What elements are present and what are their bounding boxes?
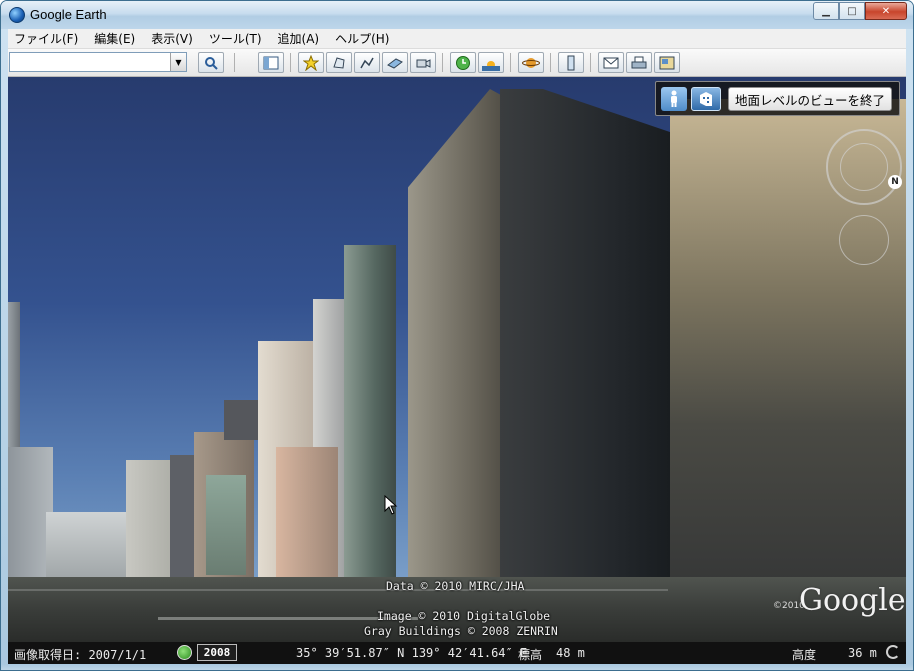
add-image-overlay-button[interactable] [382, 52, 408, 73]
sunlight-icon [482, 60, 500, 71]
ruler-icon [567, 55, 575, 70]
road-marking [8, 589, 668, 591]
ruler-button[interactable] [558, 52, 584, 73]
title-bar[interactable]: Google Earth ▁ □ ✕ [1, 1, 913, 29]
maximize-button[interactable]: □ [839, 2, 865, 20]
menu-tools[interactable]: ツール(T) [209, 30, 262, 47]
search-history-dropdown[interactable]: ▼ [170, 53, 186, 71]
image-credit: Image © 2010 DigitalGlobe [377, 609, 551, 623]
sunlight-button[interactable] [478, 52, 504, 73]
buildings-credit: Gray Buildings © 2008 ZENRIN [364, 624, 558, 638]
record-tour-icon [416, 58, 431, 68]
email-icon [603, 57, 619, 68]
menu-help[interactable]: ヘルプ(H) [335, 30, 389, 47]
menu-view[interactable]: 表示(V) [151, 30, 193, 47]
add-path-button[interactable] [354, 52, 380, 73]
window-title: Google Earth [30, 7, 107, 22]
elevation-value: 48 m [556, 646, 585, 660]
imagery-year-badge[interactable]: 2008 [197, 644, 237, 661]
add-placemark-button[interactable] [298, 52, 324, 73]
save-image-icon [659, 56, 675, 69]
path-icon [360, 57, 374, 68]
building-icon [700, 92, 712, 106]
building [206, 475, 246, 575]
planets-icon [522, 57, 540, 68]
email-button[interactable] [598, 52, 624, 73]
historical-imagery-button[interactable] [450, 52, 476, 73]
move-joystick[interactable] [839, 215, 889, 265]
window-border [1, 664, 913, 670]
save-image-button[interactable] [654, 52, 680, 73]
building [500, 89, 695, 604]
search-icon [205, 56, 218, 70]
person-icon [671, 90, 677, 107]
building [344, 245, 396, 581]
streaming-progress-icon [886, 645, 900, 659]
historical-imagery-icon[interactable] [177, 645, 192, 660]
mouse-cursor-icon [384, 495, 398, 515]
toolbar-separator [442, 53, 443, 72]
historical-imagery-icon [456, 55, 470, 70]
toolbar: ▼ [8, 49, 906, 77]
building [408, 89, 508, 581]
search-field: ▼ [9, 52, 187, 72]
add-polygon-button[interactable] [326, 52, 352, 73]
toolbar-separator [590, 53, 591, 72]
search-button[interactable] [198, 52, 224, 73]
compass-north-icon[interactable]: N [888, 175, 902, 189]
eye-altitude-value: 36 m [848, 646, 877, 660]
data-credit: Data © 2010 MIRC/JHA [386, 579, 525, 593]
toolbar-separator [550, 53, 551, 72]
toolbar-separator [510, 53, 511, 72]
print-button[interactable] [626, 52, 652, 73]
toolbar-separator [290, 53, 291, 72]
menu-edit[interactable]: 編集(E) [94, 30, 135, 47]
elevation-label: 標高 [518, 648, 543, 662]
menu-bar: ファイル(F) 編集(E) 表示(V) ツール(T) 追加(A) ヘルプ(H) [8, 29, 906, 49]
close-button[interactable]: ✕ [865, 2, 907, 20]
minimize-button[interactable]: ▁ [813, 2, 839, 20]
google-logo: Google [799, 583, 906, 618]
google-earth-icon [9, 7, 25, 23]
switch-planets-button[interactable] [518, 52, 544, 73]
placemark-icon [303, 54, 319, 71]
building [46, 512, 131, 582]
imagery-date: 画像取得日: 2007/1/1 [14, 648, 147, 662]
sidebar-toggle-button[interactable] [258, 52, 284, 73]
app-window: Google Earth ▁ □ ✕ ファイル(F) 編集(E) 表示(V) ツ… [0, 0, 914, 671]
building [276, 447, 338, 581]
menu-file[interactable]: ファイル(F) [14, 30, 78, 47]
coordinates: 35° 39′51.87″ N 139° 42′41.64″ E [296, 646, 528, 660]
polygon-icon [333, 56, 345, 69]
window-controls: ▁ □ ✕ [813, 2, 907, 20]
exit-ground-level-button[interactable]: 地面レベルのビューを終了 [728, 87, 892, 111]
toolbar-separator [234, 53, 235, 72]
street-view-button[interactable] [661, 87, 687, 111]
eye-altitude-label: 高度 [792, 648, 817, 662]
print-icon [631, 56, 647, 68]
search-input[interactable] [10, 53, 170, 71]
sidebar-icon [263, 56, 279, 69]
ground-level-view-button[interactable] [691, 87, 721, 111]
ground-level-panel: 地面レベルのビューを終了 [655, 81, 900, 116]
look-joystick-center[interactable] [840, 143, 888, 191]
status-bar: 画像取得日: 2007/1/1 2008 35° 39′51.87″ N 139… [8, 642, 906, 664]
image-overlay-icon [387, 57, 403, 69]
record-tour-button[interactable] [410, 52, 436, 73]
3d-viewer[interactable]: 地面レベルのビューを終了 N Data © 2010 MIRC/JHA Imag… [8, 77, 906, 642]
menu-add[interactable]: 追加(A) [278, 30, 320, 47]
